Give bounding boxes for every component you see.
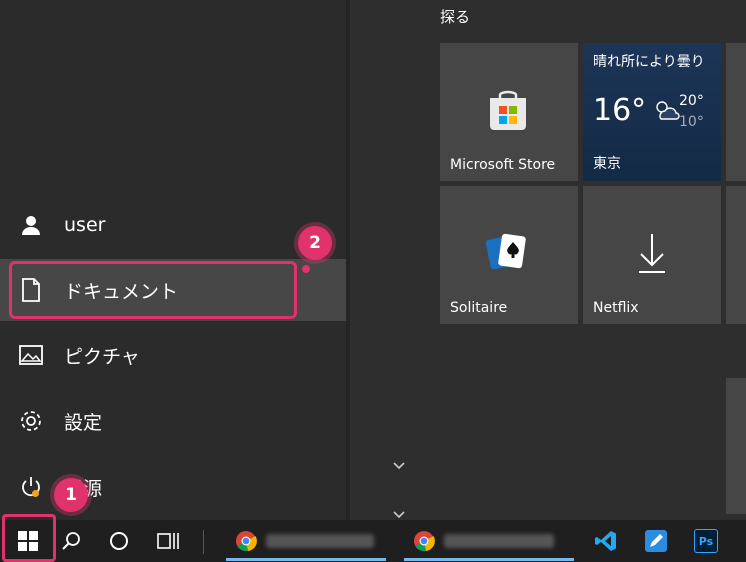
nav-item-user[interactable]: user [0, 194, 346, 256]
vscode-icon[interactable] [590, 520, 622, 562]
tile-microsoft-store[interactable]: Microsoft Store [440, 43, 578, 181]
chevron-down-icon[interactable] [391, 458, 407, 474]
step-badge-1: 1 [54, 478, 88, 512]
nav-item-power[interactable]: 電源 [0, 456, 346, 518]
user-icon [18, 212, 44, 238]
badge-pointer [302, 265, 310, 273]
gear-icon [18, 408, 44, 434]
edit-app-icon[interactable] [640, 520, 672, 562]
start-button-highlight [2, 514, 56, 562]
tile-label: 東京 [593, 156, 621, 172]
tile-weather[interactable]: 晴れ所により曇り 16° 20° 10° 東京 [583, 43, 721, 181]
weather-condition: 晴れ所により曇り [593, 54, 705, 70]
cortana-icon[interactable] [102, 520, 136, 562]
taskbar: Ps [0, 520, 746, 562]
step-badge-2: 2 [298, 226, 332, 260]
documents-highlight [9, 261, 297, 319]
nav-item-label: ピクチャ [64, 345, 140, 368]
playing-cards-icon [485, 232, 532, 276]
weather-temp: 16° [593, 93, 647, 128]
tile-partial-3[interactable] [726, 378, 746, 514]
picture-icon [18, 342, 44, 368]
blurred-window-title [266, 534, 374, 548]
photoshop-icon[interactable]: Ps [690, 520, 722, 562]
active-indicator [226, 558, 386, 561]
photoshop-label: Ps [694, 529, 718, 553]
power-icon [18, 474, 44, 500]
taskbar-separator [203, 530, 204, 554]
cloud-sun-icon [653, 99, 681, 127]
nav-item-label: 設定 [64, 411, 103, 434]
search-icon[interactable] [54, 520, 88, 562]
update-dot [32, 490, 39, 497]
blurred-window-title [444, 534, 554, 548]
tile-label: Microsoft Store [450, 157, 556, 173]
tile-partial-1[interactable] [726, 43, 746, 181]
tile-label: Netflix [593, 300, 639, 316]
tile-solitaire[interactable]: Solitaire [440, 186, 578, 324]
nav-item-settings[interactable]: 設定 [0, 390, 346, 452]
tiles-section-title: 探る [440, 8, 471, 26]
active-indicator [404, 558, 574, 561]
tile-partial-2[interactable] [726, 186, 746, 324]
nav-item-pictures[interactable]: ピクチャ [0, 324, 346, 386]
nav-item-label: user [64, 214, 106, 236]
tile-netflix[interactable]: Netflix [583, 186, 721, 324]
weather-high: 20° [679, 93, 704, 109]
weather-low: 10° [679, 114, 704, 130]
store-bag-icon [486, 88, 530, 136]
chrome-icon[interactable] [410, 520, 438, 562]
download-icon [637, 232, 667, 278]
tile-label: Solitaire [450, 300, 508, 316]
chrome-icon[interactable] [232, 520, 260, 562]
task-view-icon[interactable] [150, 520, 186, 562]
